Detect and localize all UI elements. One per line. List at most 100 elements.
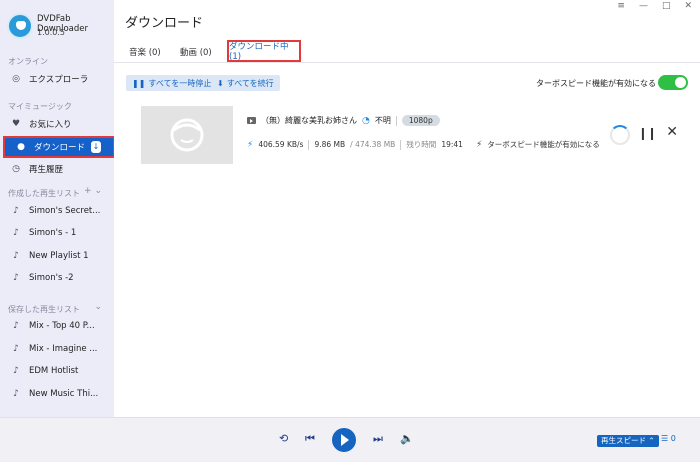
quality-badge: 1080p — [401, 115, 440, 126]
pause-icon: ❚❚ — [132, 78, 146, 88]
volume-icon[interactable]: 🔈 — [400, 432, 414, 445]
music-note-icon: ♪ — [13, 321, 19, 331]
player-bar: ⟲ ⏮ ⏭ 🔈 再生スピード ⌃ ☰ 0 — [0, 417, 700, 462]
playlist-item[interactable]: ♪ EDM Hotlist — [0, 360, 114, 382]
music-note-icon: ♪ — [13, 366, 19, 376]
tab-divider — [114, 62, 700, 63]
playlist-label: EDM Hotlist — [29, 366, 79, 376]
clock-icon: ◔ — [362, 115, 370, 126]
playlist-label: New Playlist 1 — [29, 251, 89, 261]
window-controls: ≡ — □ ✕ — [617, 1, 692, 11]
resume-all-button[interactable]: ⬇ すべてを続行 — [211, 75, 280, 91]
sidebar: DVDFab Downloader 1.0.0.5 オンライン ◎ エクスプロー… — [0, 0, 115, 417]
remaining-time-label: 残り時間 — [406, 140, 437, 149]
progress-spinner — [610, 125, 630, 145]
music-note-icon: ♪ — [13, 228, 19, 238]
cancel-download-button[interactable]: ✕ — [666, 124, 678, 140]
minimize-icon[interactable]: — — [639, 1, 648, 11]
download-item-stats: ⚡ 406.59 KB/s 9.86 MB / 474.38 MB 残り時間 1… — [247, 139, 600, 150]
playlist-item[interactable]: ♪ New Music Thi... — [0, 383, 114, 405]
music-note-icon: ♪ — [13, 273, 19, 283]
heart-icon: ♥ — [11, 119, 21, 129]
playback-speed-label: 再生スピード — [601, 436, 646, 445]
download-item-duration: 不明 — [374, 116, 391, 125]
placeholder-face-icon — [170, 118, 204, 152]
playlist-item[interactable]: ♪ Mix - Top 40 P... — [0, 315, 114, 337]
play-button[interactable] — [332, 428, 356, 452]
section-my-music-label: マイミュージック — [8, 102, 72, 111]
playlist-label: Simon's -2 — [29, 273, 74, 283]
playlist-item[interactable]: ♪ Simon's -2 — [0, 267, 114, 289]
section-saved-playlists-label: 保存した再生リスト — [8, 305, 80, 314]
music-note-icon: ♪ — [13, 389, 19, 399]
sidebar-item-explorer[interactable]: ◎ エクスプローラ — [0, 68, 114, 90]
menu-icon[interactable]: ≡ — [617, 1, 625, 11]
music-note-icon: ♪ — [13, 344, 19, 354]
video-icon — [247, 117, 256, 124]
downloaded-size: 9.86 MB — [314, 140, 346, 149]
playlist-label: Simon's Secret... — [29, 206, 101, 216]
music-note-icon: ♪ — [13, 206, 19, 216]
add-playlist-icon[interactable]: + — [84, 186, 92, 196]
playlist-item[interactable]: ♪ Simon's Secret... — [0, 200, 114, 222]
turbo-speed-toggle[interactable] — [658, 75, 688, 90]
queue-button[interactable]: ☰ 0 — [661, 434, 676, 443]
app-logo-icon — [7, 13, 33, 39]
lightning-icon: ⚡ — [247, 139, 254, 150]
playlist-label: Simon's - 1 — [29, 228, 77, 238]
remaining-time: 19:41 — [441, 140, 463, 149]
turbo-note: ターボスピード機能が有効になる — [487, 140, 600, 149]
close-window-icon[interactable]: ✕ — [684, 1, 692, 11]
resume-all-label: すべてを続行 — [226, 78, 274, 88]
clock-icon: ◷ — [12, 164, 20, 174]
divider — [395, 115, 397, 126]
turbo-speed-label: ターボスピード機能が有効になる — [536, 79, 656, 88]
video-thumbnail — [141, 106, 233, 164]
playlist-label: Mix - Top 40 P... — [29, 321, 95, 331]
sidebar-item-label: エクスプローラ — [29, 75, 89, 85]
pause-all-label: すべてを一時停止 — [148, 78, 212, 88]
previous-track-icon[interactable]: ⏮ — [305, 432, 315, 446]
queue-count: 0 — [670, 434, 676, 443]
globe-icon: ◎ — [12, 74, 20, 84]
download-item-header: （無）綺麗な美乳お姉さん ◔ 不明 1080p — [247, 115, 440, 126]
playlist-item[interactable]: ♪ Simon's - 1 — [0, 222, 114, 244]
pause-all-button[interactable]: ❚❚ すべてを一時停止 — [126, 75, 218, 91]
tab-downloading[interactable]: ダウンロード中 (1) — [227, 40, 301, 62]
tab-music[interactable]: 音楽 (0) — [129, 46, 161, 58]
downloading-indicator-icon: ↓ — [91, 141, 101, 153]
created-playlists-controls[interactable]: + ⌄ — [84, 186, 102, 196]
download-speed: 406.59 KB/s — [258, 140, 304, 149]
sidebar-item-label: 再生履歴 — [29, 165, 64, 175]
section-online-label: オンライン — [8, 57, 48, 66]
playback-speed-button[interactable]: 再生スピード ⌃ — [597, 435, 659, 447]
repeat-icon[interactable]: ⟲ — [279, 432, 288, 445]
download-arrow-icon: ⬇ — [217, 78, 224, 88]
sidebar-item-history[interactable]: ◷ 再生履歴 — [0, 158, 114, 180]
playlist-label: Mix - Imagine ... — [29, 344, 98, 354]
section-created-playlists-label: 作成した再生リスト — [8, 189, 80, 198]
playlist-item[interactable]: ♪ New Playlist 1 — [0, 245, 114, 267]
pause-download-button[interactable]: ❙❙ — [638, 126, 657, 140]
maximize-icon[interactable]: □ — [662, 1, 671, 11]
main-panel: ≡ — □ ✕ ダウンロード 音楽 (0) 動画 (0) ダウンロード中 (1)… — [114, 0, 700, 417]
lightning-icon: ⚡ — [475, 139, 483, 150]
sidebar-item-download[interactable]: ● ダウンロード ↓ — [3, 136, 115, 158]
total-size: / 474.38 MB — [350, 140, 396, 149]
chevron-down-icon[interactable]: ⌄ — [94, 302, 102, 312]
playlist-label: New Music Thi... — [29, 389, 99, 399]
sidebar-item-favorites[interactable]: ♥ お気に入り — [0, 113, 114, 135]
tab-video[interactable]: 動画 (0) — [180, 46, 212, 58]
download-icon: ● — [17, 142, 25, 152]
saved-playlists-controls[interactable]: ⌄ — [94, 302, 102, 312]
page-title: ダウンロード — [125, 16, 204, 31]
app-version: 1.0.0.5 — [37, 28, 65, 37]
chevron-down-icon[interactable]: ⌄ — [94, 186, 102, 196]
next-track-icon[interactable]: ⏭ — [373, 432, 383, 446]
sidebar-item-label: ダウンロード — [34, 143, 86, 153]
playlist-item[interactable]: ♪ Mix - Imagine ... — [0, 338, 114, 360]
divider — [400, 139, 402, 150]
divider — [308, 139, 310, 150]
music-note-icon: ♪ — [13, 251, 19, 261]
sidebar-item-label: お気に入り — [29, 120, 72, 130]
